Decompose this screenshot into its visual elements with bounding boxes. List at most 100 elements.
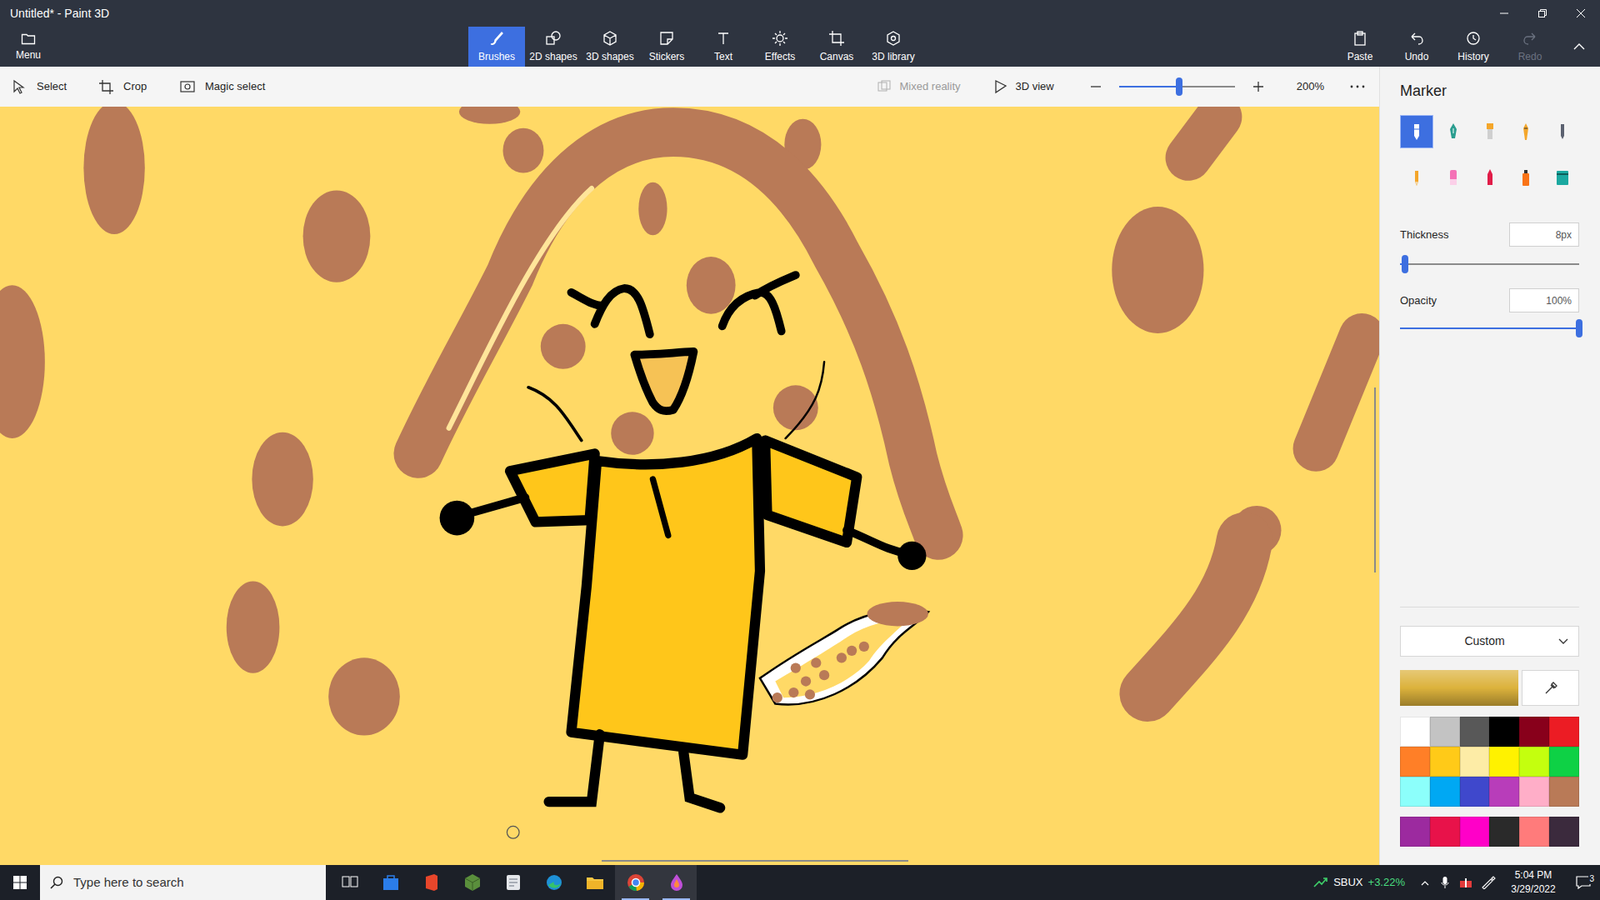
tab[interactable]: Text [695,26,752,67]
brush-option[interactable] [1545,115,1580,149]
color-swatch[interactable] [1519,776,1550,807]
search-box[interactable]: Type here to search [40,865,326,900]
app-tray[interactable] [1455,876,1477,889]
brush-option[interactable] [1473,160,1507,195]
color-swatch[interactable] [1489,716,1520,747]
color-swatch[interactable] [1430,746,1460,777]
eyedropper-button[interactable] [1521,670,1580,706]
canvas[interactable] [0,106,1380,865]
color-swatch[interactable] [1519,816,1550,847]
taskbar-app[interactable] [655,865,697,900]
color-swatch[interactable] [1430,816,1460,847]
thickness-slider[interactable] [1400,255,1580,274]
zoom-out-button[interactable] [1087,80,1105,93]
action-button[interactable]: Redo [1501,26,1559,67]
text-icon [715,30,732,47]
color-swatch[interactable] [1460,776,1490,807]
vertical-scrollbar[interactable] [1374,387,1376,573]
tab[interactable]: Effects [751,26,809,67]
horizontal-scrollbar[interactable] [601,860,909,862]
restore-button[interactable] [1523,0,1562,27]
tray-overflow[interactable] [1415,880,1435,886]
minimize-button[interactable] [1485,0,1524,27]
color-swatch[interactable] [1460,716,1490,747]
opacity-slider[interactable] [1400,319,1580,338]
color-swatch[interactable] [1549,746,1580,777]
tab[interactable]: 3D shapes [581,26,639,67]
color-swatch[interactable] [1460,816,1490,847]
tool-button[interactable]: Select [11,78,99,95]
taskbar-app[interactable] [533,865,575,900]
more-button[interactable] [1347,85,1368,89]
action-button[interactable]: Paste [1331,26,1389,67]
tab[interactable]: Brushes [468,26,525,67]
brush-option[interactable] [1509,115,1543,149]
color-swatch[interactable] [1460,746,1490,777]
brush-option[interactable] [1400,115,1434,149]
opacity-field[interactable]: 100% [1509,288,1580,313]
tab[interactable]: 2D shapes [525,26,582,67]
search-icon [50,875,64,890]
panel-title: Marker [1400,80,1580,101]
minecraft-icon [462,872,483,893]
color-swatch[interactable] [1549,716,1580,747]
view-3d-button[interactable]: 3D view [994,78,1055,95]
title-bar: Untitled* - Paint 3D Menu Brushes2D shap… [0,0,1600,67]
color-swatch[interactable] [1430,716,1460,747]
tool-label: Magic select [205,78,265,95]
color-swatch[interactable] [1400,746,1430,777]
taskbar-app[interactable] [370,865,411,900]
clock-date: 3/29/2022 [1510,882,1555,897]
mixed-reality-button[interactable]: Mixed reality [876,78,961,95]
tab[interactable]: 3D library [865,26,922,67]
brush-option[interactable] [1436,115,1470,149]
color-swatch[interactable] [1400,816,1430,847]
color-mode-dropdown[interactable]: Custom [1400,625,1580,657]
zoom-in-button[interactable] [1250,80,1267,93]
close-button[interactable] [1561,0,1600,27]
taskbar-app[interactable] [329,865,370,900]
clock[interactable]: 5:04 PM 3/29/2022 [1500,868,1567,897]
taskbar-app[interactable] [410,865,452,900]
brush-option[interactable] [1400,160,1434,195]
brush-option[interactable] [1545,160,1580,195]
pen-tray[interactable] [1476,875,1500,890]
color-swatch[interactable] [1519,716,1550,747]
tool-button[interactable]: Crop [98,78,180,95]
opacity-thumb[interactable] [1575,319,1583,338]
collapse-button[interactable] [1558,26,1600,67]
stock-widget[interactable]: SBUX +3.22% [1313,874,1405,891]
color-swatch[interactable] [1549,776,1580,807]
action-button[interactable]: History [1445,26,1502,67]
brush-option[interactable] [1473,115,1507,149]
magic-select-icon [180,79,195,95]
mic-tray[interactable] [1435,875,1455,890]
current-color-swatch[interactable] [1400,670,1519,706]
taskbar-app[interactable] [492,865,534,900]
taskbar-app[interactable] [451,865,493,900]
zoom-slider[interactable] [1119,77,1235,96]
tab[interactable]: Canvas [808,26,865,67]
notification-button[interactable]: 3 [1566,875,1600,890]
thickness-thumb[interactable] [1401,255,1409,274]
taskbar-app[interactable] [615,865,656,900]
color-swatch[interactable] [1489,816,1520,847]
zoom-thumb[interactable] [1175,77,1183,96]
color-swatch[interactable] [1549,816,1580,847]
start-button[interactable] [0,865,40,900]
brush-option[interactable] [1509,160,1543,195]
tab[interactable]: Stickers [638,26,695,67]
color-swatch[interactable] [1430,776,1460,807]
thickness-field[interactable]: 8px [1509,222,1580,247]
menu-button[interactable]: Menu [0,26,57,67]
edge-icon [544,872,565,893]
brush-option[interactable] [1436,160,1470,195]
color-swatch[interactable] [1400,716,1430,747]
color-swatch[interactable] [1489,776,1520,807]
action-button[interactable]: Undo [1388,26,1445,67]
color-swatch[interactable] [1489,746,1520,777]
tool-button[interactable]: Magic select [180,78,289,95]
color-swatch[interactable] [1519,746,1550,777]
color-swatch[interactable] [1400,776,1430,807]
taskbar-app[interactable] [574,865,615,900]
